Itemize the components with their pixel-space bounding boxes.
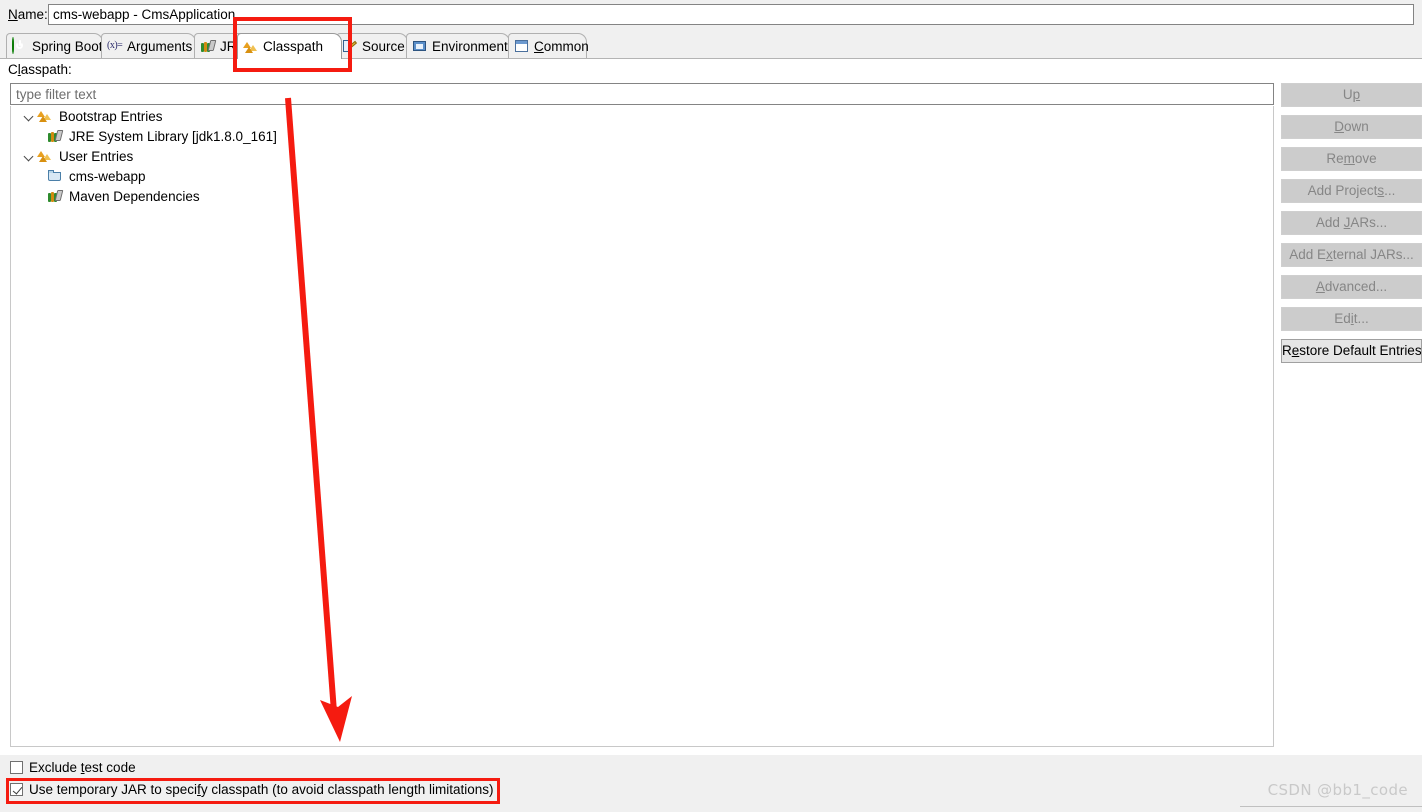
tab-spring-boot[interactable]: Spring Boot bbox=[6, 33, 103, 58]
tab-arguments-label: Arguments bbox=[127, 38, 193, 54]
up-button[interactable]: Up bbox=[1281, 83, 1422, 107]
exclude-test-code-checkbox[interactable]: Exclude test code bbox=[10, 760, 136, 775]
tree-item-label: Bootstrap Entries bbox=[59, 108, 163, 124]
tab-common[interactable]: Common bbox=[508, 33, 589, 58]
checkbox-box[interactable] bbox=[10, 783, 23, 796]
csdn-watermark: CSDN @bb1_code bbox=[1267, 781, 1408, 799]
restore-default-entries-button[interactable]: Restore Default Entries bbox=[1281, 339, 1422, 363]
chevron-down-icon[interactable] bbox=[21, 148, 37, 164]
tree-item-maven-dependencies[interactable]: Maven Dependencies bbox=[11, 186, 1273, 206]
tab-classpath-label: Classpath bbox=[263, 39, 324, 54]
jre-library-icon bbox=[47, 188, 64, 204]
tab-source[interactable]: Source bbox=[336, 33, 408, 58]
classpath-icon bbox=[243, 39, 259, 55]
chevron-down-icon[interactable] bbox=[21, 108, 37, 124]
tree-item-jre-system-library[interactable]: JRE System Library [jdk1.8.0_161] bbox=[11, 126, 1273, 146]
use-temporary-jar-checkbox[interactable]: Use temporary JAR to specify classpath (… bbox=[10, 782, 493, 797]
project-folder-icon bbox=[47, 168, 63, 184]
jre-library-icon bbox=[200, 38, 217, 54]
launch-config-tab-bar: Spring Boot (x)= Arguments JRE Classpath… bbox=[0, 30, 1422, 59]
arguments-icon: (x)= bbox=[107, 40, 123, 51]
tab-environment-label: Environment bbox=[432, 38, 508, 54]
name-label: Name: bbox=[8, 7, 48, 22]
advanced-button[interactable]: Advanced... bbox=[1281, 275, 1422, 299]
tree-item-bootstrap-entries[interactable]: Bootstrap Entries bbox=[11, 106, 1273, 126]
bottom-options-area: Exclude test code Use temporary JAR to s… bbox=[0, 755, 1422, 812]
classpath-tree[interactable]: Bootstrap Entries JRE System Library [jd… bbox=[10, 106, 1274, 747]
down-button[interactable]: Down bbox=[1281, 115, 1422, 139]
source-icon bbox=[342, 38, 358, 54]
tree-item-label: Maven Dependencies bbox=[69, 188, 200, 204]
classpath-icon bbox=[37, 148, 53, 164]
checkbox-box[interactable] bbox=[10, 761, 23, 774]
tree-filter-input[interactable] bbox=[10, 83, 1274, 105]
tab-classpath[interactable]: Classpath bbox=[237, 33, 342, 59]
classpath-section-label: Classpath: bbox=[8, 62, 72, 77]
common-icon bbox=[514, 38, 530, 54]
jre-library-icon bbox=[47, 128, 64, 144]
tree-item-user-entries[interactable]: User Entries bbox=[11, 146, 1273, 166]
tree-item-label: cms-webapp bbox=[69, 168, 146, 184]
tree-item-cms-webapp[interactable]: cms-webapp bbox=[11, 166, 1273, 186]
exclude-test-code-label: Exclude test code bbox=[29, 760, 136, 775]
tab-arguments[interactable]: (x)= Arguments bbox=[101, 33, 196, 58]
environment-icon bbox=[412, 38, 428, 54]
tab-environment[interactable]: Environment bbox=[406, 33, 510, 58]
classpath-icon bbox=[37, 108, 53, 124]
tree-item-label: JRE System Library [jdk1.8.0_161] bbox=[69, 128, 277, 144]
watermark-underline bbox=[1240, 806, 1422, 807]
name-row: Name: bbox=[0, 0, 1422, 30]
classpath-action-buttons: Up Down Remove Add Projects... Add JARs.… bbox=[1281, 83, 1422, 371]
tree-item-label: User Entries bbox=[59, 148, 134, 164]
add-projects-button[interactable]: Add Projects... bbox=[1281, 179, 1422, 203]
configuration-name-input[interactable] bbox=[48, 4, 1414, 25]
edit-button[interactable]: Edit... bbox=[1281, 307, 1422, 331]
tab-common-label: Common bbox=[534, 38, 589, 54]
use-temporary-jar-label: Use temporary JAR to specify classpath (… bbox=[29, 782, 494, 797]
tab-spring-boot-label: Spring Boot bbox=[32, 38, 103, 54]
remove-button[interactable]: Remove bbox=[1281, 147, 1422, 171]
spring-boot-icon bbox=[12, 37, 28, 54]
tab-source-label: Source bbox=[362, 38, 405, 54]
add-external-jars-button[interactable]: Add External JARs... bbox=[1281, 243, 1422, 267]
add-jars-button[interactable]: Add JARs... bbox=[1281, 211, 1422, 235]
